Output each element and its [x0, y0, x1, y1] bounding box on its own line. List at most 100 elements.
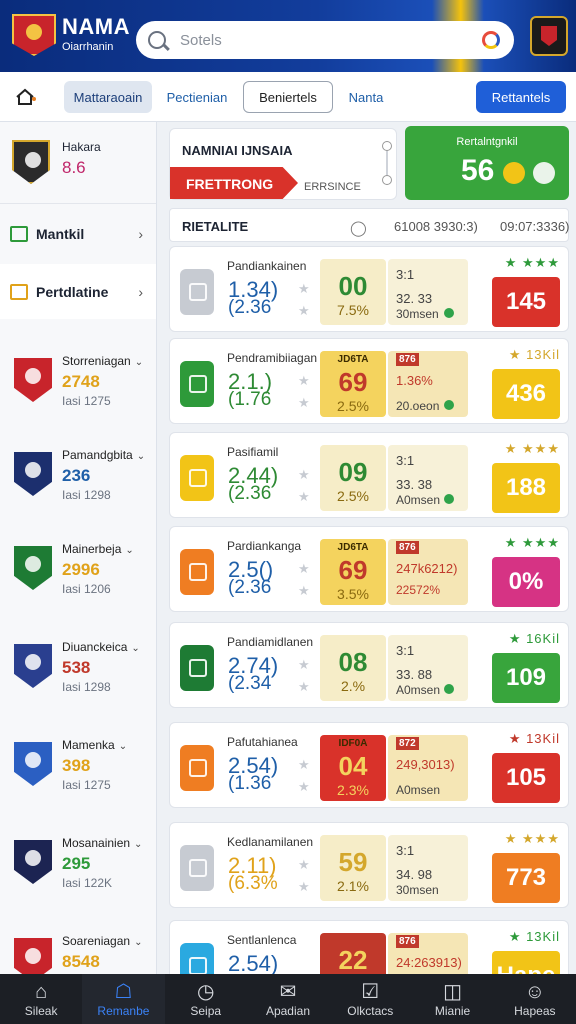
- row-stat: A0msen: [396, 683, 441, 697]
- rating-stars: ★ ★★★: [504, 535, 560, 550]
- range-slider[interactable]: [382, 141, 392, 185]
- row-stat: 3:1: [396, 843, 415, 858]
- nav-apadian[interactable]: ✉ Apadian: [247, 974, 329, 1024]
- row-stat: 247k6212): [396, 561, 458, 576]
- chevron-down-icon[interactable]: ⌄: [131, 643, 139, 654]
- ball-icon: [533, 162, 555, 184]
- team-value: 398: [62, 756, 91, 775]
- tab-beniertels[interactable]: Beniertels: [243, 81, 333, 113]
- star-icon[interactable]: ★: [298, 779, 310, 795]
- chevron-down-icon[interactable]: ⌄: [135, 357, 143, 368]
- row-center-box: 08 2.%: [320, 635, 386, 701]
- team-name: Mosanainien: [62, 836, 131, 850]
- row-score[interactable]: 145: [492, 277, 560, 327]
- nav-seipa[interactable]: ◷ Seipa: [165, 974, 247, 1024]
- chevron-down-icon[interactable]: ⌄: [134, 937, 142, 948]
- tab-mattaraoain[interactable]: Mattaraoain: [64, 81, 152, 113]
- tab-pectienian[interactable]: Pectienian: [158, 81, 236, 113]
- row-center-box: 59 2.1%: [320, 835, 386, 901]
- row-center-box: JD6TA 69 2.5%: [320, 351, 386, 417]
- score-card[interactable]: Rertalntgnkil 56: [405, 126, 569, 200]
- summary-card[interactable]: NAMNIAI IJNSAIA FRETTRONG ERRSINCE: [169, 128, 397, 200]
- team-name: Soareniagan: [62, 934, 131, 948]
- star-icon[interactable]: ★: [298, 583, 310, 599]
- team-item[interactable]: Storreniagan ⌄ 2748 Iasi 1275: [0, 354, 156, 450]
- club-badge-icon[interactable]: [530, 16, 568, 56]
- row-score[interactable]: 773: [492, 853, 560, 903]
- star-icon[interactable]: ★: [298, 757, 310, 773]
- star-icon[interactable]: ★: [298, 281, 310, 297]
- row-score[interactable]: 105: [492, 753, 560, 803]
- star-icon[interactable]: ★: [298, 561, 310, 577]
- house-icon: ☖: [114, 981, 133, 1003]
- star-icon[interactable]: ★: [298, 303, 310, 319]
- table-row[interactable]: Kedlanamilanen 2.11) (6.3% ★ ★ 59 2.1% 3:…: [169, 822, 569, 908]
- sidebar-item-mantkil[interactable]: Mantkil ›: [0, 206, 156, 261]
- nav-remanbe[interactable]: ☖ Remanbe: [82, 974, 165, 1024]
- chevron-down-icon[interactable]: ⌄: [134, 839, 142, 850]
- rating-stars: ★ 13Kil: [508, 731, 560, 746]
- check-icon: ☑: [361, 981, 380, 1003]
- team-item[interactable]: Mosanainien ⌄ 295 Iasi 122K: [0, 836, 156, 932]
- team-value: 295: [62, 854, 91, 873]
- table-row[interactable]: Sentlanlenca 2.54) 876 22 24:263913) ★ 1…: [169, 920, 569, 974]
- row-panel-label: 876: [396, 353, 419, 366]
- team-item[interactable]: Pamandgbita ⌄ 236 Iasi 1298: [0, 448, 156, 544]
- star-icon[interactable]: ★: [298, 467, 310, 483]
- table-row[interactable]: Pardiankanga 2.5() (2.36 ★ ★ 876 JD6TA 69…: [169, 526, 569, 612]
- voice-search-icon[interactable]: [482, 31, 500, 49]
- brand-logo[interactable]: [12, 14, 56, 56]
- star-icon[interactable]: ★: [298, 879, 310, 895]
- star-icon[interactable]: ★: [298, 857, 310, 873]
- team-value: 2996: [62, 560, 100, 579]
- team-item[interactable]: Mainerbeja ⌄ 2996 Iasi 1206: [0, 542, 156, 638]
- row-name: Pardiankanga: [227, 539, 302, 553]
- nav-sileak[interactable]: ⌂ Sileak: [0, 974, 82, 1024]
- row-center-sub: 2.5%: [337, 398, 369, 414]
- table-row[interactable]: Pandiamidlanen 2.74) (2.34 ★ ★ 08 2.% 3:1…: [169, 622, 569, 708]
- table-row[interactable]: Pasifiamil 2.44) (2.36 ★ ★ 09 2.5% 3:1 33…: [169, 432, 569, 518]
- row-name: Pendramibiiagan: [227, 351, 318, 365]
- chevron-down-icon[interactable]: ⌄: [137, 451, 145, 462]
- row-center-value: 00: [338, 271, 368, 301]
- row-center-sub: 2.1%: [337, 878, 369, 894]
- star-icon[interactable]: ★: [298, 679, 310, 695]
- star-icon[interactable]: ★: [298, 657, 310, 673]
- table-row[interactable]: Pandiankainen 1.34) (2.36 ★ ★ 00 7.5% 3:1…: [169, 246, 569, 332]
- row-center-box: 09 2.5%: [320, 445, 386, 511]
- tab-nanta[interactable]: Nanta: [338, 81, 394, 113]
- search-bar[interactable]: Sotels: [136, 21, 514, 59]
- team-item[interactable]: Mamenka ⌄ 398 Iasi 1275: [0, 738, 156, 834]
- row-score[interactable]: 436: [492, 369, 560, 419]
- row-score[interactable]: 188: [492, 463, 560, 513]
- nav-olkctacs[interactable]: ☑ Olkctacs: [329, 974, 411, 1024]
- row-center-sub: 2.5%: [337, 488, 369, 504]
- star-icon[interactable]: ★: [298, 489, 310, 505]
- team-item[interactable]: Diuanckeica ⌄ 538 Iasi 1298: [0, 640, 156, 736]
- team-crest-icon: [14, 938, 52, 974]
- nav-hapeas[interactable]: ☺ Hapeas: [494, 974, 576, 1024]
- row-name: Pandiankainen: [227, 259, 307, 273]
- row-center-sub: 7.5%: [337, 302, 369, 318]
- row-score[interactable]: 109: [492, 653, 560, 703]
- home-icon[interactable]: [14, 86, 36, 108]
- sidebar-featured[interactable]: Hakara 8.6: [0, 122, 156, 204]
- row-stat: 34. 98: [396, 867, 433, 882]
- search-placeholder[interactable]: Sotels: [180, 32, 222, 49]
- nav-mianie[interactable]: ◫ Mianie: [411, 974, 493, 1024]
- search-icon: [148, 31, 166, 49]
- table-row[interactable]: Pafutahianea 2.54) (1.36 ★ ★ 872 IDF0A 04…: [169, 722, 569, 808]
- tab-rettantels[interactable]: Rettantels: [476, 81, 566, 113]
- chevron-down-icon[interactable]: ⌄: [125, 545, 133, 556]
- row-icon: [180, 745, 214, 791]
- row-score[interactable]: 0%: [492, 557, 560, 607]
- team-item[interactable]: Soareniagan ⌄ 8548: [0, 934, 156, 974]
- row-stat: 20.oeon: [396, 399, 440, 413]
- star-icon[interactable]: ★: [298, 395, 310, 411]
- clock-icon[interactable]: ◯: [350, 219, 367, 237]
- table-row[interactable]: Pendramibiiagan 2.1.) (1.76 ★ ★ 876 JD6TA…: [169, 338, 569, 424]
- row-score[interactable]: Hape: [492, 951, 560, 974]
- sidebar-item-pertdlatine[interactable]: Pertdlatine ›: [0, 264, 156, 319]
- chevron-down-icon[interactable]: ⌄: [119, 741, 127, 752]
- star-icon[interactable]: ★: [298, 373, 310, 389]
